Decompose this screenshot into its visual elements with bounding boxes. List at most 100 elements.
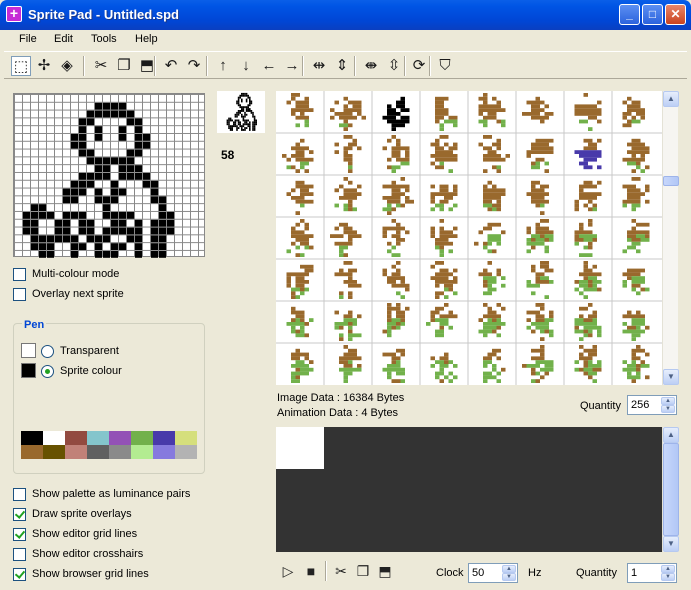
sprite-thumbnail[interactable]	[286, 306, 314, 338]
quantity-up-icon[interactable]: ▲	[661, 397, 675, 405]
clock-stepper[interactable]: 50 ▲ ▼	[468, 563, 518, 583]
anim-quantity-down-icon[interactable]: ▼	[661, 573, 675, 581]
anim-scroll-down-icon[interactable]: ▼	[663, 536, 679, 552]
sprite-thumbnail[interactable]	[435, 96, 458, 131]
maximize-button[interactable]: □	[642, 4, 663, 25]
palette-colour-swatch[interactable]	[65, 431, 87, 445]
anim-copy-icon[interactable]: ❐	[353, 561, 373, 581]
multicolour-checkbox[interactable]	[13, 268, 26, 281]
sprite-thumbnail[interactable]	[286, 180, 314, 215]
sprite-thumbnail[interactable]	[622, 345, 650, 383]
sprite-thumbnail[interactable]	[622, 177, 650, 212]
menu-file[interactable]: File	[19, 33, 37, 45]
quantity-down-icon[interactable]: ▼	[661, 405, 675, 413]
rotate-tool[interactable]: ⟳	[409, 56, 429, 76]
sprite-thumbnail[interactable]	[282, 138, 314, 173]
palette-colour-swatch[interactable]	[131, 445, 153, 459]
browser-grid-checkbox[interactable]	[13, 568, 26, 581]
test-tool[interactable]: ⛉	[435, 56, 455, 76]
stretch-horizontal-tool[interactable]: ⇼	[361, 56, 381, 76]
editor-grid-checkbox[interactable]	[13, 528, 26, 541]
sprite-thumbnail[interactable]	[334, 135, 362, 173]
animation-frame[interactable]	[276, 427, 324, 469]
sprite-thumbnail[interactable]	[382, 135, 410, 173]
sprite-thumbnail[interactable]	[382, 219, 410, 257]
sprite-thumbnail[interactable]	[483, 348, 506, 383]
browser-scrollbar[interactable]: ▲ ▼	[662, 91, 679, 385]
select-tool[interactable]: ⬚	[11, 56, 31, 76]
palette-colour-swatch[interactable]	[175, 445, 197, 459]
palette-colour-swatch[interactable]	[87, 431, 109, 445]
sprite-thumbnail[interactable]	[334, 177, 362, 212]
palette-colour-swatch[interactable]	[87, 445, 109, 459]
sprite-thumbnail[interactable]	[478, 261, 506, 296]
anim-quantity-stepper[interactable]: 1 ▲ ▼	[627, 563, 677, 583]
sprite-thumbnail[interactable]	[474, 222, 506, 254]
sprite-thumbnail[interactable]	[526, 180, 550, 215]
sprite-thumbnail[interactable]	[478, 93, 506, 128]
redo-tool[interactable]: ↷	[184, 56, 204, 76]
anim-scroll-up-icon[interactable]: ▲	[663, 427, 679, 443]
sprite-thumbnail[interactable]	[522, 96, 554, 124]
sprite-thumbnail[interactable]	[286, 264, 314, 299]
sprite-thumbnail[interactable]	[478, 135, 511, 173]
shift-right-tool[interactable]: →	[282, 56, 302, 76]
sprite-thumbnail[interactable]	[574, 345, 602, 383]
sprite-thumbnail[interactable]	[574, 138, 602, 170]
sprite-thumbnail[interactable]	[526, 303, 554, 341]
quantity-stepper[interactable]: 256 ▲ ▼	[627, 395, 677, 415]
palette-colour-swatch[interactable]	[43, 445, 65, 459]
palette-colour-swatch[interactable]	[175, 431, 197, 445]
clock-up-icon[interactable]: ▲	[502, 565, 516, 573]
palette-colour-swatch[interactable]	[43, 431, 65, 445]
copy-tool[interactable]: ❐	[114, 56, 134, 76]
sprite-thumbnail[interactable]	[526, 219, 554, 254]
sprite-editor-grid[interactable]	[13, 93, 205, 258]
sprite-thumbnail[interactable]	[339, 345, 362, 383]
sprite-thumbnail[interactable]	[478, 303, 506, 338]
sprite-thumbnail[interactable]	[430, 219, 458, 257]
sprite-thumbnail[interactable]	[574, 261, 602, 299]
scroll-up-icon[interactable]: ▲	[663, 91, 679, 107]
sprite-thumbnail[interactable]	[430, 261, 458, 299]
play-icon[interactable]: ▷	[278, 561, 298, 581]
sprite-thumbnail[interactable]	[330, 96, 366, 131]
sprite-thumbnail[interactable]	[574, 303, 602, 341]
animation-area[interactable]	[276, 427, 662, 552]
overlay-next-checkbox[interactable]	[13, 288, 26, 301]
sprite-thumbnail[interactable]	[522, 345, 554, 383]
clock-down-icon[interactable]: ▼	[502, 573, 516, 581]
palette-colour-swatch[interactable]	[109, 431, 131, 445]
sprite-thumbnail[interactable]	[430, 184, 458, 212]
plus-app-icon[interactable]: +	[6, 6, 22, 22]
stretch-vertical-tool[interactable]: ⇳	[384, 56, 404, 76]
flip-horizontal-tool[interactable]: ⇹	[309, 56, 329, 76]
palette-colour-swatch[interactable]	[21, 445, 43, 459]
palette-colour-swatch[interactable]	[153, 431, 175, 445]
palette-colour-swatch[interactable]	[65, 445, 87, 459]
sprite-colour-radio[interactable]	[41, 365, 54, 378]
anim-cut-icon[interactable]: ✂	[331, 561, 351, 581]
sprite-thumbnail[interactable]	[622, 310, 650, 341]
sprite-thumbnail[interactable]	[286, 219, 314, 257]
menu-edit[interactable]: Edit	[54, 33, 73, 45]
cut-tool[interactable]: ✂	[91, 56, 111, 76]
palette-colour-swatch[interactable]	[153, 445, 175, 459]
scroll-down-icon[interactable]: ▼	[663, 369, 679, 385]
palette-colour-swatch[interactable]	[131, 431, 153, 445]
transparent-radio[interactable]	[41, 345, 54, 358]
pencil-tool[interactable]: ✢	[34, 56, 54, 76]
menu-tools[interactable]: Tools	[91, 33, 117, 45]
sprite-thumbnail[interactable]	[286, 93, 314, 128]
undo-tool[interactable]: ↶	[161, 56, 181, 76]
animation-scrollbar[interactable]: ▲ ▼	[662, 427, 679, 552]
sprite-thumbnail[interactable]	[622, 138, 650, 173]
flip-vertical-tool[interactable]: ⇕	[332, 56, 352, 76]
anim-paste-icon[interactable]: ⬒	[375, 561, 395, 581]
anim-scroll-thumb[interactable]	[663, 443, 679, 536]
sprite-thumbnail[interactable]	[291, 348, 314, 383]
sprite-thumbnail[interactable]	[483, 180, 506, 212]
editor-crosshairs-checkbox[interactable]	[13, 548, 26, 561]
sprite-thumbnail[interactable]	[622, 219, 650, 254]
sprite-thumbnail[interactable]	[426, 303, 458, 338]
